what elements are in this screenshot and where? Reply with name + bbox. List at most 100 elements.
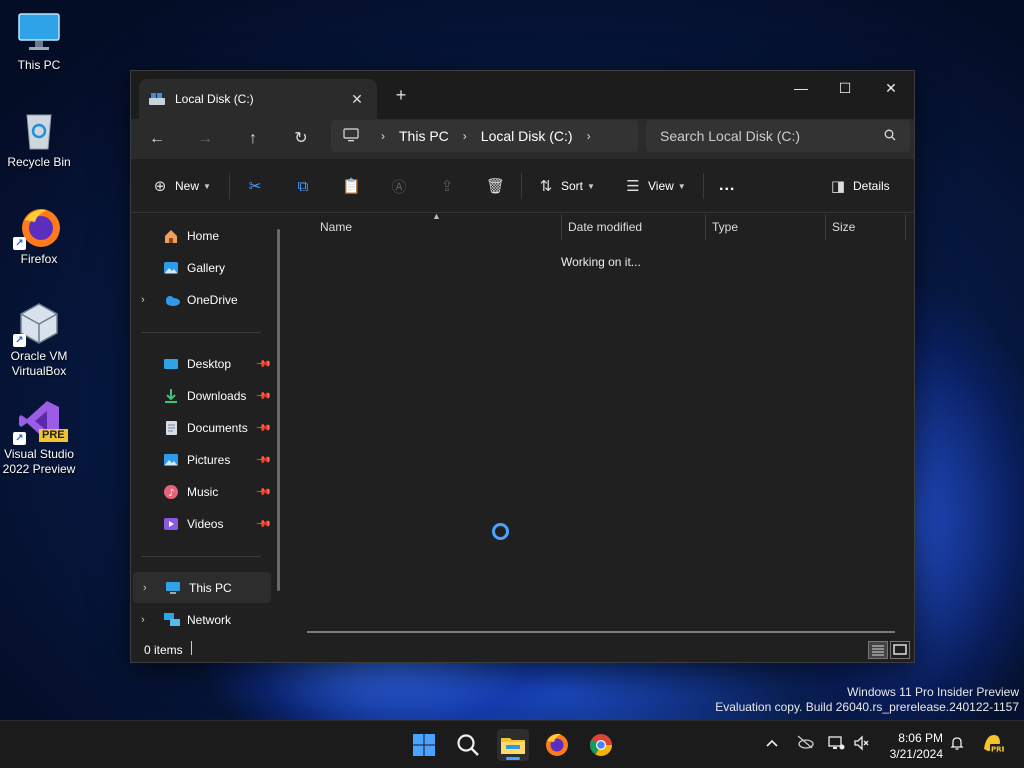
close-window-button[interactable]: ✕	[868, 73, 914, 103]
sidebar-item-label: Documents	[187, 421, 248, 435]
column-name[interactable]: Name	[314, 214, 562, 240]
visual-studio-icon: PRE ↗	[13, 399, 68, 445]
desktop-icon-recycle-bin[interactable]: Recycle Bin	[0, 107, 78, 170]
pin-icon[interactable]: 📌	[254, 452, 271, 469]
breadcrumb[interactable]: › This PC › Local Disk (C:) ›	[331, 120, 638, 152]
onedrive-tray-icon[interactable]	[794, 735, 816, 752]
sidebar-item-network[interactable]: › Network	[131, 607, 271, 633]
see-more-button[interactable]: ...	[719, 173, 735, 199]
clock[interactable]: 8:06 PM 3/21/2024	[881, 730, 943, 762]
sidebar-item-pictures[interactable]: Pictures 📌	[131, 447, 271, 473]
share-button[interactable]: ⇪	[438, 173, 462, 199]
details-label: Details	[853, 179, 890, 193]
sidebar-item-music[interactable]: ♪ Music 📌	[131, 479, 271, 505]
view-label: View	[648, 179, 674, 193]
sidebar-item-this-pc[interactable]: › This PC	[133, 572, 271, 603]
desktop-icon-visual-studio[interactable]: PRE ↗ Visual Studio 2022 Preview	[0, 399, 78, 477]
search-box[interactable]	[646, 120, 910, 152]
chevron-right-icon[interactable]: ›	[143, 582, 155, 594]
music-icon: ♪	[163, 484, 181, 500]
new-button[interactable]: ⊕ New ▼	[151, 173, 211, 199]
pin-icon[interactable]: 📌	[254, 388, 271, 405]
maximize-button[interactable]: ☐	[822, 73, 868, 103]
monitor-icon	[165, 580, 183, 596]
network-tray-icon[interactable]	[825, 735, 847, 754]
sidebar-item-downloads[interactable]: Downloads 📌	[131, 383, 271, 409]
view-button[interactable]: ☰ View ▼	[624, 173, 685, 199]
pin-icon[interactable]: 📌	[254, 484, 271, 501]
column-size[interactable]: Size	[826, 214, 906, 240]
sort-button[interactable]: ⇅ Sort ▼	[537, 173, 595, 199]
loading-spinner-icon	[492, 523, 509, 540]
horizontal-scrollbar[interactable]	[307, 631, 895, 633]
copy-button[interactable]: ⧉	[294, 173, 318, 199]
details-view-button[interactable]	[868, 641, 888, 659]
chevron-right-icon[interactable]: ›	[587, 129, 591, 143]
start-button[interactable]	[408, 729, 440, 761]
tab-local-disk[interactable]: Local Disk (C:) ✕	[139, 79, 377, 119]
rename-icon: Ⓐ	[391, 178, 407, 196]
sidebar-item-documents[interactable]: Documents 📌	[131, 415, 271, 441]
toolbar-divider	[229, 173, 230, 199]
sidebar-item-label: Downloads	[187, 389, 247, 403]
column-date-modified[interactable]: Date modified	[562, 214, 706, 240]
search-taskbar-button[interactable]	[452, 729, 484, 761]
chrome-taskbar-button[interactable]	[585, 729, 617, 761]
rename-button[interactable]: Ⓐ	[390, 173, 414, 199]
sidebar-scrollbar[interactable]	[277, 229, 280, 591]
desktop-icon-firefox[interactable]: ↗ Firefox	[0, 204, 78, 267]
network-icon	[163, 612, 181, 628]
details-view-icon	[872, 645, 884, 656]
sidebar-item-home[interactable]: Home	[131, 223, 271, 249]
search-input[interactable]	[660, 128, 884, 144]
show-hidden-icons-button[interactable]	[761, 735, 783, 751]
list-view-icon: ☰	[626, 178, 640, 195]
navigation-pane: Home Gallery › OneDrive Desktop 📌 Downlo…	[131, 214, 289, 638]
minimize-button[interactable]: —	[778, 73, 824, 103]
sidebar-item-videos[interactable]: Videos 📌	[131, 511, 271, 537]
cloud-icon	[163, 292, 181, 308]
breadcrumb-this-pc[interactable]: This PC	[399, 128, 449, 144]
file-explorer-taskbar-button[interactable]	[497, 729, 529, 761]
sidebar-item-label: Gallery	[187, 261, 226, 275]
sidebar-item-gallery[interactable]: Gallery	[131, 255, 271, 281]
pin-icon[interactable]: 📌	[254, 516, 271, 533]
new-tab-button[interactable]: +	[389, 85, 413, 106]
refresh-button[interactable]: ↻	[285, 123, 317, 155]
sidebar-item-label: Network	[187, 613, 232, 627]
details-pane-button[interactable]: ◨ Details	[829, 173, 890, 199]
copilot-preview-button[interactable]: PRE	[980, 731, 1007, 758]
chrome-icon	[590, 734, 612, 756]
scissors-icon: ✂	[248, 178, 262, 195]
chevron-right-icon[interactable]: ›	[141, 294, 153, 306]
copy-icon: ⧉	[297, 177, 309, 195]
volume-tray-icon[interactable]	[851, 735, 873, 754]
back-button[interactable]: ←	[141, 123, 173, 155]
pin-icon[interactable]: 📌	[254, 420, 271, 437]
drive-icon	[149, 93, 165, 105]
status-bar: 0 items	[131, 638, 914, 662]
up-button[interactable]: ↑	[237, 123, 269, 155]
cut-button[interactable]: ✂	[246, 173, 270, 199]
delete-button[interactable]: 🗑	[486, 173, 510, 199]
column-type[interactable]: Type	[706, 214, 826, 240]
chevron-right-icon: ›	[381, 129, 385, 143]
tiles-view-button[interactable]	[890, 641, 910, 659]
breadcrumb-local-disk[interactable]: Local Disk (C:)	[481, 128, 573, 144]
clipboard-icon: 📋	[342, 178, 361, 195]
pin-icon[interactable]: 📌	[254, 356, 271, 373]
sidebar-item-desktop[interactable]: Desktop 📌	[131, 351, 271, 377]
clock-date: 3/21/2024	[889, 747, 943, 761]
desktop-icon-this-pc[interactable]: This PC	[0, 10, 78, 73]
close-tab-icon[interactable]: ✕	[347, 91, 367, 108]
search-icon[interactable]	[884, 129, 896, 144]
notifications-button[interactable]	[946, 735, 968, 754]
paste-button[interactable]: 📋	[342, 173, 366, 199]
firefox-taskbar-button[interactable]	[541, 729, 573, 761]
command-bar: ⊕ New ▼ ✂ ⧉ 📋 Ⓐ ⇪ 🗑 ⇅ Sort ▼ ☰ View ▼ ..…	[131, 159, 914, 213]
chevron-right-icon[interactable]: ›	[141, 614, 153, 626]
desktop-icon-virtualbox[interactable]: ↗ Oracle VM VirtualBox	[0, 301, 78, 379]
loading-message: Working on it...	[561, 255, 641, 269]
forward-button[interactable]: →	[189, 123, 221, 155]
sidebar-item-onedrive[interactable]: › OneDrive	[131, 287, 271, 313]
